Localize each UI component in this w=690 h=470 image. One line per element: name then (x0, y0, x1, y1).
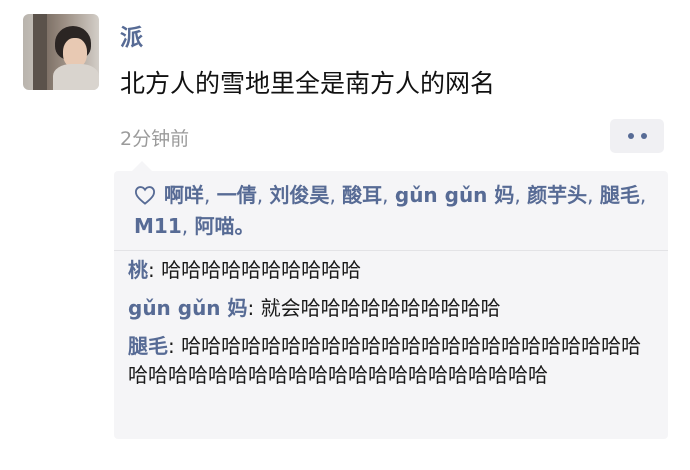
like-separator: , (329, 183, 343, 207)
comment-item[interactable]: 桃: 哈哈哈哈哈哈哈哈哈哈 (128, 256, 654, 285)
like-user-name[interactable]: 一倩 (217, 183, 257, 207)
heart-outline-icon (134, 186, 156, 205)
comment-item[interactable]: 腿毛: 哈哈哈哈哈哈哈哈哈哈哈哈哈哈哈哈哈哈哈哈哈哈哈哈哈哈哈哈哈哈哈哈哈哈哈哈… (128, 332, 654, 390)
like-separator: , (514, 183, 528, 207)
like-user-name[interactable]: 阿喵 (194, 214, 234, 238)
feedback-panel: 啊咩, 一倩, 刘俊昊, 酸耳, gǔn gǔn 妈, 颜芋头, 腿毛, M11… (114, 161, 668, 439)
likes-names: 啊咩, 一倩, 刘俊昊, 酸耳, gǔn gǔn 妈, 颜芋头, 腿毛, M11… (134, 183, 646, 238)
like-user-name[interactable]: 腿毛 (600, 183, 640, 207)
likes-list: 啊咩, 一倩, 刘俊昊, 酸耳, gǔn gǔn 妈, 颜芋头, 腿毛, M11… (114, 171, 668, 250)
like-user-name[interactable]: gǔn gǔn 妈 (395, 183, 515, 207)
like-user-name[interactable]: 啊咩 (164, 183, 204, 207)
comment-text: 哈哈哈哈哈哈哈哈哈哈 (161, 258, 362, 282)
like-separator: , (587, 183, 600, 207)
more-dot-icon (640, 133, 647, 139)
comments-list: 桃: 哈哈哈哈哈哈哈哈哈哈 gǔn gǔn 妈: 就会哈哈哈哈哈哈哈哈哈哈腿毛: … (114, 251, 668, 390)
avatar[interactable] (23, 14, 99, 90)
like-user-name[interactable]: 酸耳 (342, 183, 382, 207)
like-separator: , (181, 214, 195, 238)
comment-item[interactable]: gǔn gǔn 妈: 就会哈哈哈哈哈哈哈哈哈哈 (128, 294, 654, 323)
comment-author[interactable]: gǔn gǔn 妈 (128, 296, 248, 320)
more-actions-button[interactable] (610, 119, 664, 153)
avatar-shirt-shape (53, 64, 99, 90)
comment-author[interactable]: 桃 (128, 258, 148, 282)
like-separator: , (204, 183, 217, 207)
like-separator: , (256, 183, 270, 207)
like-user-name[interactable]: 颜芋头 (527, 183, 587, 207)
like-user-name[interactable]: 刘俊昊 (269, 183, 329, 207)
likes-terminal: 。 (234, 214, 255, 238)
more-dot-icon (627, 133, 634, 139)
comment-author[interactable]: 腿毛 (128, 334, 168, 358)
post-timestamp: 2分钟前 (120, 128, 190, 150)
like-separator: , (382, 183, 395, 207)
avatar-door-shape (33, 14, 47, 90)
like-separator: , (639, 183, 647, 207)
comment-colon: : (247, 296, 261, 320)
like-user-name[interactable]: M11 (134, 214, 182, 238)
comment-colon: : (148, 258, 162, 282)
comment-text: 就会哈哈哈哈哈哈哈哈哈哈 (260, 296, 501, 320)
comment-text: 哈哈哈哈哈哈哈哈哈哈哈哈哈哈哈哈哈哈哈哈哈哈哈哈哈哈哈哈哈哈哈哈哈哈哈哈哈哈哈哈… (128, 334, 642, 387)
post-text: 北方人的雪地里全是南方人的网名 (120, 69, 496, 98)
comment-colon: : (168, 334, 182, 358)
post-username[interactable]: 派 (120, 18, 143, 52)
